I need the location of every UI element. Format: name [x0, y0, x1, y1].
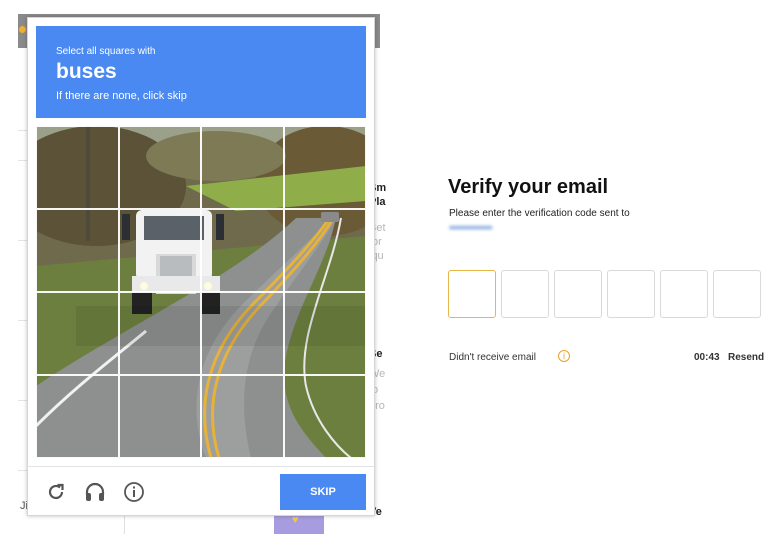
resend-link[interactable]: Resend: [728, 352, 764, 363]
captcha-tile[interactable]: [283, 209, 366, 292]
info-icon[interactable]: i: [558, 350, 570, 362]
captcha-tile[interactable]: [283, 292, 366, 375]
code-input-group: [448, 270, 762, 320]
captcha-tile[interactable]: [118, 209, 201, 292]
captcha-tile[interactable]: [36, 292, 119, 375]
background-status-dot: [19, 26, 26, 33]
captcha-tile[interactable]: [36, 126, 119, 209]
captcha-tile[interactable]: [201, 209, 284, 292]
captcha-challenge: Select all squares with buses If there a…: [27, 17, 375, 516]
captcha-instruction: Select all squares with: [56, 46, 156, 57]
redacted-email: •••••••••••••••••: [449, 223, 493, 234]
captcha-tile[interactable]: [201, 292, 284, 375]
page-title: Verify your email: [448, 176, 609, 198]
reload-icon[interactable]: [45, 481, 67, 503]
captcha-target-object: buses: [56, 60, 117, 83]
captcha-tile[interactable]: [283, 126, 366, 209]
captcha-tile[interactable]: [118, 126, 201, 209]
captcha-tile[interactable]: [283, 375, 366, 458]
info-icon[interactable]: [123, 481, 145, 503]
divider: [124, 514, 125, 534]
code-digit-input[interactable]: [607, 270, 655, 318]
captcha-tile[interactable]: [118, 375, 201, 458]
resend-timer: 00:43: [694, 352, 720, 363]
captcha-tile[interactable]: [201, 126, 284, 209]
captcha-tile[interactable]: [118, 292, 201, 375]
captcha-image-grid: [36, 126, 366, 458]
code-digit-input[interactable]: [448, 270, 496, 318]
code-digit-input[interactable]: [554, 270, 602, 318]
code-digit-input[interactable]: [501, 270, 549, 318]
audio-headphones-icon[interactable]: [84, 481, 106, 503]
captcha-tile[interactable]: [201, 375, 284, 458]
captcha-tile[interactable]: [36, 209, 119, 292]
captcha-hint: If there are none, click skip: [56, 90, 187, 102]
captcha-tile[interactable]: [36, 375, 119, 458]
captcha-header: Select all squares with buses If there a…: [36, 26, 366, 118]
skip-button[interactable]: SKIP: [280, 474, 366, 510]
code-digit-input[interactable]: [660, 270, 708, 318]
didnt-receive-text: Didn't receive email: [449, 352, 536, 363]
captcha-footer: SKIP: [28, 466, 374, 516]
code-digit-input[interactable]: [713, 270, 761, 318]
verify-subtitle: Please enter the verification code sent …: [449, 208, 630, 219]
